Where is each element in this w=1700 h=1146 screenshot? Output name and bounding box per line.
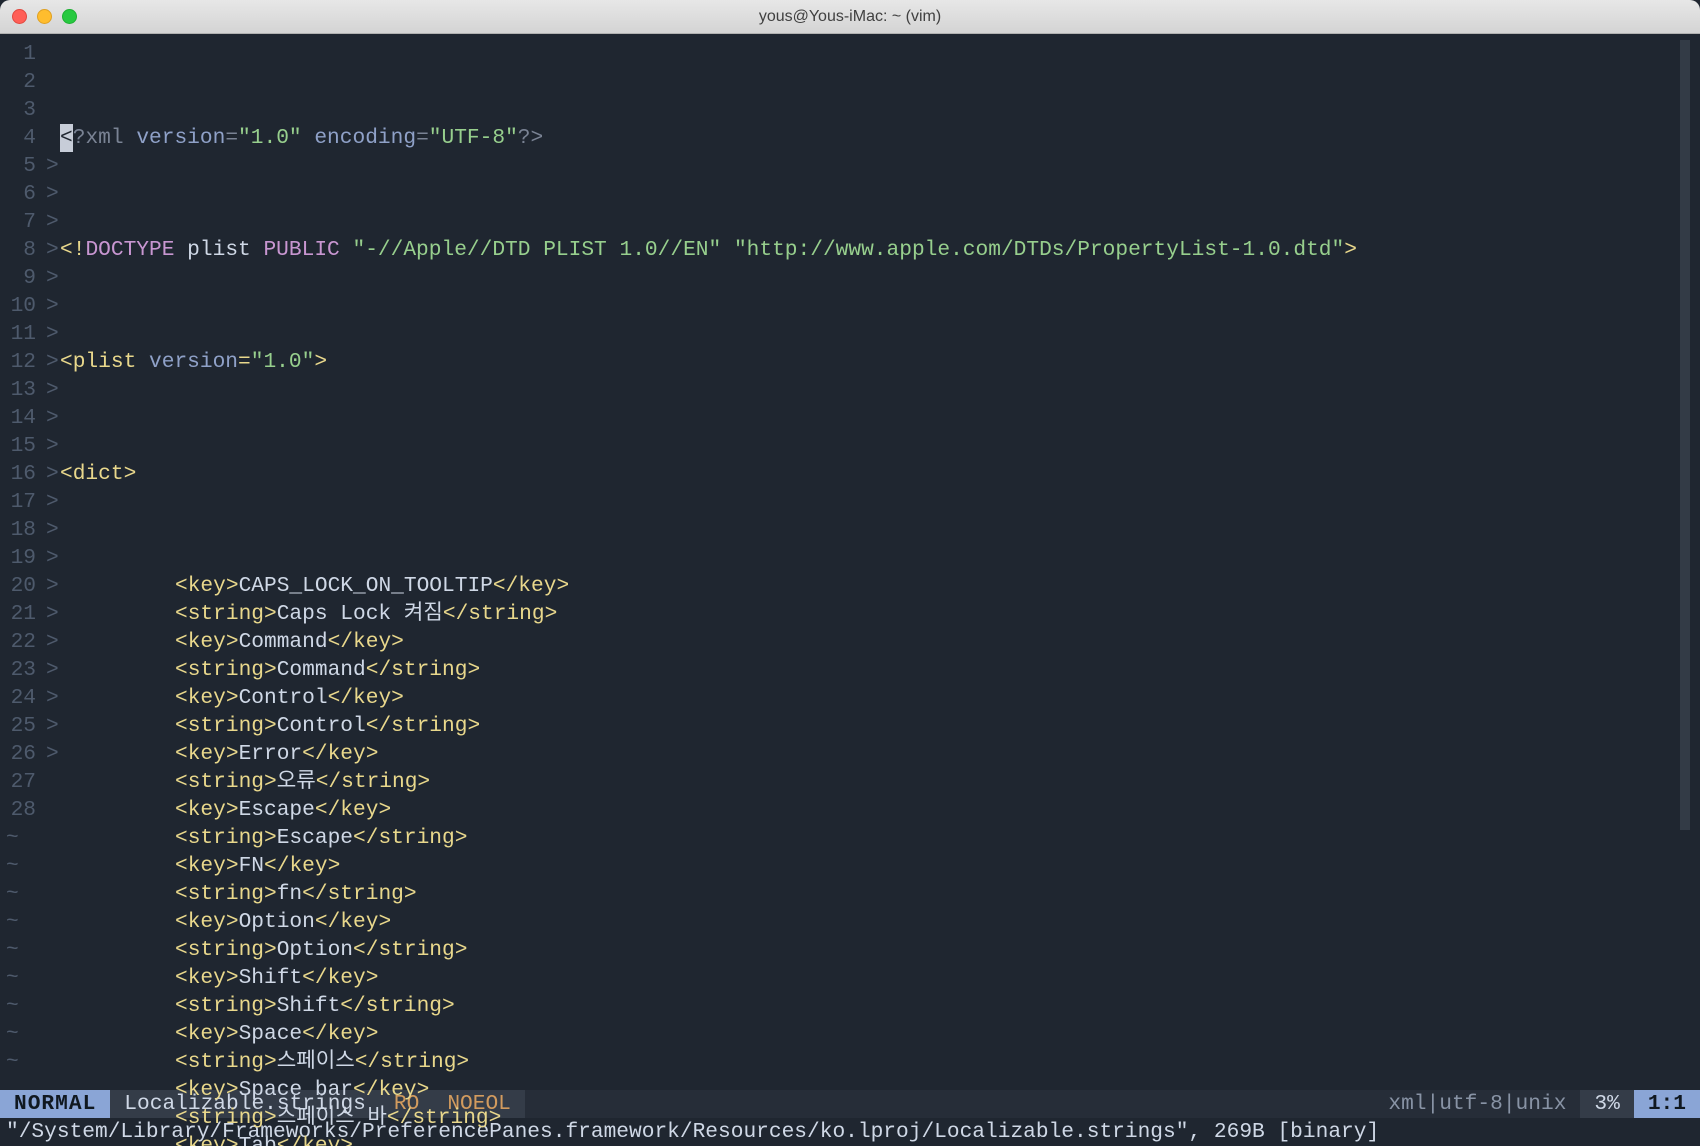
code-line[interactable]: <string>Caps Lock 켜짐</string>: [60, 600, 1700, 628]
line-number: 3: [0, 96, 42, 124]
line-number: 2: [0, 68, 42, 96]
code-line[interactable]: <key>Control</key>: [60, 684, 1700, 712]
line-number: 6: [0, 180, 42, 208]
code-line[interactable]: <key>Shift</key>: [60, 964, 1700, 992]
code-line[interactable]: <string>Control</string>: [60, 712, 1700, 740]
code-line[interactable]: <string>오류</string>: [60, 768, 1700, 796]
line-number: 13: [0, 376, 42, 404]
editor-viewport[interactable]: 1234567891011121314151617181920212223242…: [0, 34, 1700, 1090]
code-line[interactable]: <!DOCTYPE plist PUBLIC "-//Apple//DTD PL…: [60, 236, 1700, 264]
code-line[interactable]: <key>Command</key>: [60, 628, 1700, 656]
line-number: 8: [0, 236, 42, 264]
tilde: ~: [6, 880, 19, 908]
line-number: 16: [0, 460, 42, 488]
code-line[interactable]: <string>fn</string>: [60, 880, 1700, 908]
code-line[interactable]: <key>Space bar</key>: [60, 1076, 1700, 1104]
line-number: 24: [0, 684, 42, 712]
code-block: <key>CAPS_LOCK_ON_TOOLTIP</key><string>C…: [60, 572, 1700, 1146]
line-number: 1: [0, 40, 42, 68]
line-number: 22: [0, 628, 42, 656]
line-number: 9: [0, 264, 42, 292]
line-number: 26: [0, 740, 42, 768]
line-number: 4: [0, 124, 42, 152]
code-line[interactable]: <key>Error</key>: [60, 740, 1700, 768]
code-line[interactable]: <string>스페이스 바</string>: [60, 1104, 1700, 1132]
line-number: 17: [0, 488, 42, 516]
tilde: ~: [6, 852, 19, 880]
tilde: ~: [6, 964, 19, 992]
code-area[interactable]: <?xml version="1.0" encoding="UTF-8"?> <…: [60, 40, 1700, 1146]
code-line[interactable]: <string>Option</string>: [60, 936, 1700, 964]
line-number: 19: [0, 544, 42, 572]
tilde: ~: [6, 936, 19, 964]
code-line[interactable]: <string>Shift</string>: [60, 992, 1700, 1020]
tilde: ~: [6, 992, 19, 1020]
code-line[interactable]: <string>Command</string>: [60, 656, 1700, 684]
line-number: 5: [0, 152, 42, 180]
tilde: ~: [6, 908, 19, 936]
code-line[interactable]: <dict>: [60, 460, 1700, 488]
line-number: 11: [0, 320, 42, 348]
code-line[interactable]: <key>Escape</key>: [60, 796, 1700, 824]
window-titlebar: yous@Yous-iMac: ~ (vim): [0, 0, 1700, 34]
line-number: 15: [0, 432, 42, 460]
code-line[interactable]: <key>Tab</key>: [60, 1132, 1700, 1146]
tilde: ~: [6, 1048, 19, 1076]
line-number: 14: [0, 404, 42, 432]
line-number: 10: [0, 292, 42, 320]
line-number: 25: [0, 712, 42, 740]
line-number: 27: [0, 768, 42, 796]
code-line[interactable]: <?xml version="1.0" encoding="UTF-8"?>: [60, 124, 1700, 152]
line-number: 12: [0, 348, 42, 376]
empty-lines: ~~~~~~~~~: [6, 824, 19, 1076]
code-line[interactable]: <plist version="1.0">: [60, 348, 1700, 376]
code-line[interactable]: <string>스페이스</string>: [60, 1048, 1700, 1076]
code-line[interactable]: <key>CAPS_LOCK_ON_TOOLTIP</key>: [60, 572, 1700, 600]
line-number: 21: [0, 600, 42, 628]
code-line[interactable]: <string>Escape</string>: [60, 824, 1700, 852]
line-number: 28: [0, 796, 42, 824]
code-line[interactable]: <key>Space</key>: [60, 1020, 1700, 1048]
tilde: ~: [6, 824, 19, 852]
code-line[interactable]: <key>Option</key>: [60, 908, 1700, 936]
line-number: 7: [0, 208, 42, 236]
line-number: 23: [0, 656, 42, 684]
code-line[interactable]: <key>FN</key>: [60, 852, 1700, 880]
line-number: 18: [0, 516, 42, 544]
tilde: ~: [6, 1020, 19, 1048]
window-title: yous@Yous-iMac: ~ (vim): [0, 8, 1700, 26]
line-number: 20: [0, 572, 42, 600]
cursor: <: [60, 124, 73, 152]
